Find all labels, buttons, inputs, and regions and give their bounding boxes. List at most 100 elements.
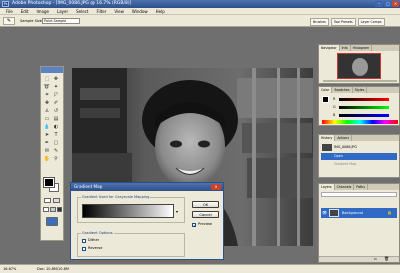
gradient-tool-icon[interactable]: ▤	[52, 115, 60, 122]
blur-tool-icon[interactable]: 💧	[43, 123, 51, 130]
tab-actions[interactable]: Actions	[335, 135, 352, 141]
gradient-dropdown-icon[interactable]: ▾	[176, 209, 178, 214]
dodge-tool-icon[interactable]: ◐	[52, 123, 60, 130]
minimize-button[interactable]: –	[375, 1, 383, 7]
toolbox: ⬚ ✥ ➰ ✦ ⌗ ◸ ✚ ✐ ♙ ↺ ▭ ▤ 💧 ◐ ➤ T ✒ ▢ ✉ ✎ …	[40, 66, 64, 241]
palette-well: Brushes Tool Presets Layer Comps	[310, 18, 385, 26]
layer-row-background[interactable]: 👁 Background 🔒	[321, 208, 397, 218]
full-screen-menu-mode-icon[interactable]	[50, 207, 56, 212]
toolbox-header[interactable]	[41, 67, 63, 73]
dialog-close-button[interactable]: x	[211, 184, 221, 190]
dither-checkbox[interactable]	[82, 239, 86, 243]
tab-info[interactable]: Info	[340, 45, 351, 51]
menu-layer[interactable]: Layer	[53, 9, 72, 14]
reverse-checkbox[interactable]	[82, 247, 86, 251]
title-bar: Adobe Photoshop - [IMG_0086.JPG @ 16.7% …	[0, 0, 400, 8]
ok-button[interactable]: OK	[192, 201, 219, 208]
history-snapshot[interactable]: IMG_0086.JPG	[321, 143, 397, 152]
standard-mode-icon[interactable]	[44, 198, 51, 203]
notes-tool-icon[interactable]: ✉	[43, 147, 51, 154]
menu-edit[interactable]: Edit	[17, 9, 33, 14]
channel-b-slider[interactable]	[339, 114, 389, 117]
channel-g-slider[interactable]	[339, 106, 389, 109]
foreground-color-swatch[interactable]	[43, 177, 55, 188]
menu-image[interactable]: Image	[32, 9, 53, 14]
delete-layer-icon[interactable]: 🗑	[384, 257, 389, 261]
sample-size-select[interactable]: Point Sample	[42, 18, 80, 24]
layer-thumbnail	[329, 209, 339, 217]
blend-mode-select[interactable]	[321, 192, 397, 197]
preview-checkbox[interactable]: ✓	[192, 223, 196, 228]
cancel-button[interactable]: Cancel	[192, 211, 219, 218]
tab-paths[interactable]: Paths	[354, 184, 368, 190]
brush-tool-icon[interactable]: ✐	[52, 99, 60, 106]
menu-bar: File Edit Image Layer Select Filter View…	[0, 8, 400, 15]
navigator-thumbnail[interactable]	[337, 53, 381, 79]
navigator-zoom-slider[interactable]	[323, 80, 397, 82]
photoshop-logo-icon: Ps	[2, 1, 9, 7]
well-tab-layer-comps[interactable]: Layer Comps	[357, 18, 385, 26]
eyedropper-tool-icon[interactable]: ✎	[52, 147, 60, 154]
lasso-tool-icon[interactable]: ➰	[43, 83, 51, 90]
type-tool-icon[interactable]: T	[52, 131, 60, 138]
dither-label: Dither	[88, 238, 100, 242]
quick-mask-mode-icon[interactable]	[53, 198, 60, 203]
clone-stamp-tool-icon[interactable]: ♙	[43, 107, 51, 114]
menu-select[interactable]: Select	[72, 9, 92, 14]
tab-channels[interactable]: Channels	[335, 184, 355, 190]
color-panel: Color Swatches Styles R G B	[318, 86, 400, 126]
menu-window[interactable]: Window	[128, 9, 152, 14]
gradient-preview[interactable]	[82, 204, 174, 218]
history-step-open[interactable]: Open	[321, 153, 397, 160]
history-panel: History Actions IMG_0086.JPG Open Gradie…	[318, 134, 400, 178]
well-tab-tool-presets[interactable]: Tool Presets	[330, 18, 356, 26]
tab-layers[interactable]: Layers	[319, 184, 335, 190]
preview-label: Preview	[198, 222, 212, 226]
zoom-level[interactable]: 16.67%	[3, 265, 16, 273]
healing-brush-tool-icon[interactable]: ✚	[43, 99, 51, 106]
marquee-tool-icon[interactable]: ⬚	[43, 75, 51, 82]
new-layer-icon[interactable]: ▫	[374, 257, 377, 261]
tab-color[interactable]: Color	[319, 87, 333, 93]
well-tab-brushes[interactable]: Brushes	[310, 18, 329, 26]
close-window-button[interactable]: ×	[392, 1, 399, 7]
eraser-tool-icon[interactable]: ▭	[43, 115, 51, 122]
reverse-label: Reverse	[88, 246, 103, 250]
full-screen-mode-icon[interactable]	[57, 207, 62, 212]
history-brush-tool-icon[interactable]: ↺	[52, 107, 60, 114]
channel-r-slider[interactable]	[339, 98, 389, 101]
menu-help[interactable]: Help	[152, 9, 169, 14]
tab-histogram[interactable]: Histogram	[351, 45, 373, 51]
slice-tool-icon[interactable]: ◸	[52, 91, 60, 98]
menu-filter[interactable]: Filter	[92, 9, 110, 14]
tab-navigator[interactable]: Navigator	[319, 45, 340, 51]
dialog-title[interactable]: Gradient Map	[71, 183, 223, 191]
move-tool-icon[interactable]: ✥	[52, 75, 60, 82]
path-selection-tool-icon[interactable]: ➤	[43, 131, 51, 138]
snapshot-thumbnail	[322, 144, 332, 151]
layers-panel: Layers Channels Paths 👁 Background 🔒 ▫ 🗑	[318, 183, 400, 263]
hand-tool-icon[interactable]: ✋	[43, 155, 51, 162]
history-step-gradient-map[interactable]: Gradient Map	[321, 161, 397, 168]
eye-icon[interactable]: 👁	[322, 210, 327, 215]
color-ramp[interactable]	[322, 120, 398, 124]
sample-size-label: Sample Size:	[20, 19, 44, 23]
standard-screen-mode-icon[interactable]	[43, 207, 49, 212]
maximize-button[interactable]: □	[384, 1, 392, 7]
tab-swatches[interactable]: Swatches	[332, 87, 353, 93]
menu-view[interactable]: View	[110, 9, 128, 14]
tab-styles[interactable]: Styles	[353, 87, 368, 93]
color-fg-swatch[interactable]	[322, 96, 329, 103]
magic-wand-tool-icon[interactable]: ✦	[52, 83, 60, 90]
zoom-tool-icon[interactable]: ⚲	[52, 155, 60, 162]
pen-tool-icon[interactable]: ✒	[43, 139, 51, 146]
tab-history[interactable]: History	[319, 135, 336, 141]
gradient-options-label: Gradient Options	[81, 231, 114, 235]
jump-to-imageready-icon[interactable]	[46, 217, 58, 226]
gradient-group: Gradient Used for Grayscale Mapping ▾	[77, 195, 185, 223]
crop-tool-icon[interactable]: ⌗	[43, 91, 51, 98]
options-bar: ✎ Sample Size: Point Sample Brushes Tool…	[0, 15, 400, 27]
eyedropper-tool-preset-icon[interactable]: ✎	[3, 17, 15, 25]
shape-tool-icon[interactable]: ▢	[52, 139, 60, 146]
menu-file[interactable]: File	[2, 9, 17, 14]
